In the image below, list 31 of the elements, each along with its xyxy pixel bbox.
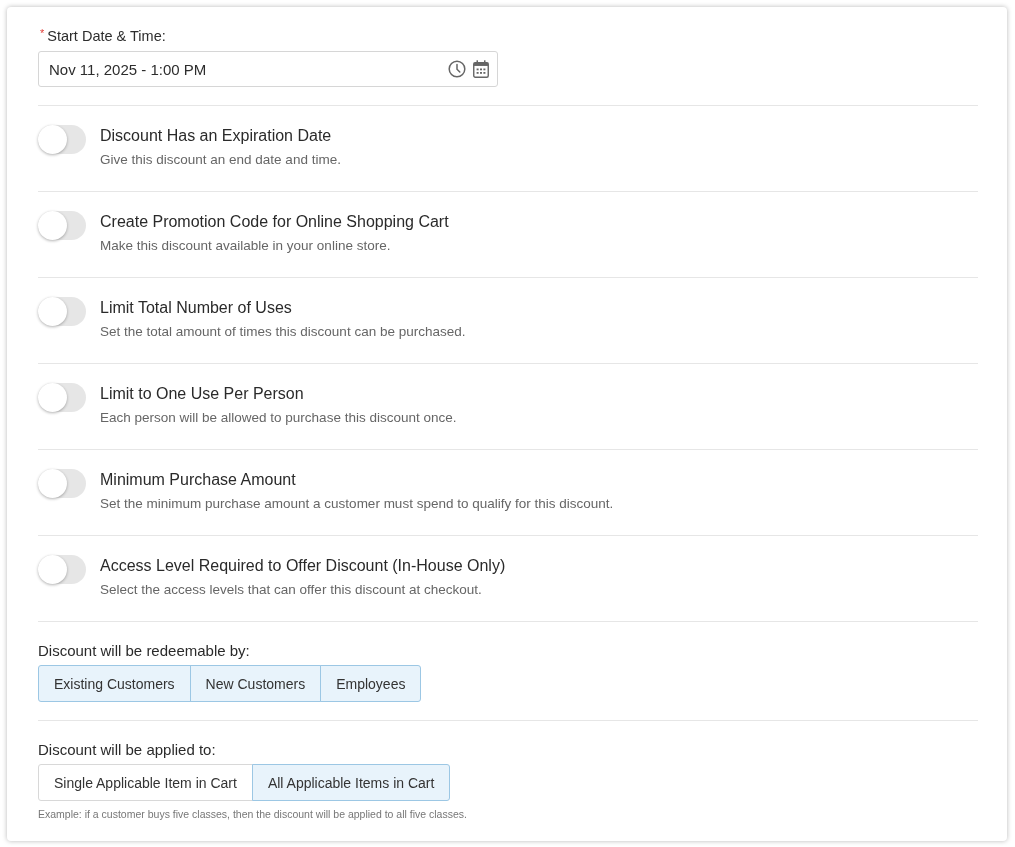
- toggle-switch[interactable]: [38, 383, 86, 412]
- toggle-switch[interactable]: [38, 125, 86, 154]
- option-title: Minimum Purchase Amount: [100, 470, 297, 490]
- choice-button[interactable]: New Customers: [189, 665, 322, 702]
- option-description: Make this discount available in your online store.: [100, 237, 392, 255]
- toggle-switch[interactable]: [38, 297, 86, 326]
- option-title: Access Level Required to Offer Discount (In-House Only): [100, 556, 506, 576]
- date-time-field[interactable]: Nov 11, 2025 - 1:00 PM: [38, 51, 498, 87]
- calendar-icon[interactable]: [473, 60, 489, 78]
- choice-button[interactable]: Employees: [320, 665, 422, 702]
- option-description: Set the minimum purchase amount a customer must spend to qualify for this discount.: [100, 495, 614, 513]
- example-note: Example: if a customer buys five classes, then the discount will be applied to all five classes.: [38, 807, 468, 821]
- option-title: Limit to One Use Per Person: [100, 384, 305, 404]
- option-description: Select the access levels that can offer this discount at checkout.: [100, 581, 483, 599]
- choice-button[interactable]: Single Applicable Item in Cart: [38, 764, 253, 801]
- choice-button[interactable]: All Applicable Items in Cart: [251, 764, 451, 801]
- toggle-switch[interactable]: [38, 555, 86, 584]
- toggle-switch[interactable]: [38, 211, 86, 240]
- option-title: Discount Has an Expiration Date: [100, 126, 333, 146]
- choice-button[interactable]: Existing Customers: [38, 665, 191, 702]
- required-mark: *: [40, 27, 45, 39]
- option-title: Limit Total Number of Uses: [100, 298, 293, 318]
- field-label: Start Date & Time:: [47, 27, 166, 45]
- option-title: Create Promotion Code for Online Shopping Cart: [100, 212, 449, 232]
- option-description: Each person will be allowed to purchase this discount once.: [100, 409, 457, 427]
- toggle-switch[interactable]: [38, 469, 86, 498]
- option-description: Give this discount an end date and time.: [100, 151, 341, 169]
- option-description: Set the total amount of times this discount can be purchased.: [100, 323, 466, 341]
- section-label: Discount will be applied to:: [38, 741, 217, 759]
- clock-icon[interactable]: [448, 60, 466, 78]
- section-label: Discount will be redeemable by:: [38, 642, 251, 660]
